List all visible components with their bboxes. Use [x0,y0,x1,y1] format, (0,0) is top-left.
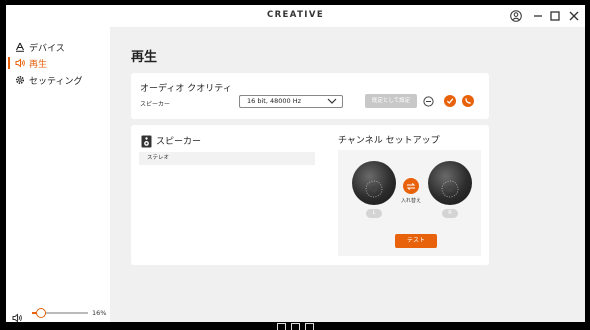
audio-quality-card: オーディオ クオリティ スピーカー 16 bit, 48000 Hz 既定として… [131,73,489,119]
audio-quality-row-label: スピーカー [140,101,171,108]
sidebar-item-label: セッティング [29,76,83,87]
audio-quality-title: オーディオ クオリティ [140,84,232,94]
volume-slider-handle[interactable] [35,308,46,318]
minus-circle-icon[interactable] [422,95,434,107]
page-title: 再生 [131,50,158,65]
volume-icon[interactable] [12,308,23,322]
volume-slider[interactable] [32,308,88,318]
channel-setup-panel: L 入れ替え R テスト [338,150,481,256]
speaker-box-icon [141,133,152,152]
volume-percent: 16% [92,309,107,317]
close-icon[interactable] [567,9,581,23]
format-value: 16 bit, 48000 Hz [247,97,301,105]
volume-control: 16% [10,306,107,322]
sidebar-item-label: 再生 [29,59,48,70]
device-icon [14,41,26,53]
right-speaker-image [428,161,472,205]
account-icon[interactable] [509,9,523,23]
speaker-wave-icon [14,57,26,69]
brand-logo: CREATIVE [266,10,325,20]
swap-label: 入れ替え [400,198,421,204]
app-window: CREATIVE デバイス 再生 セッティング 16% 再生 オーディオ クオリ… [6,5,585,322]
maximize-icon[interactable] [548,9,562,23]
active-indicator [8,57,10,69]
sidebar-item-devices[interactable]: デバイス [14,40,65,54]
title-bar: CREATIVE [6,5,585,27]
set-default-button[interactable]: 既定として設定 [365,94,417,108]
gear-icon [14,74,26,86]
right-channel-badge: R [442,209,458,218]
minimize-icon[interactable] [531,9,545,23]
sidebar-item-settings[interactable]: セッティング [14,73,82,87]
chevron-down-icon [327,97,337,109]
left-channel-badge: L [366,209,382,218]
sidebar: デバイス 再生 セッティング 16% [6,27,110,322]
left-speaker-image [352,161,396,205]
format-dropdown[interactable]: 16 bit, 48000 Hz [239,95,343,108]
phone-icon[interactable] [462,95,474,107]
list-item-stereo[interactable]: ステレオ [139,152,315,165]
channel-setup-title: チャンネル セットアップ [338,136,440,146]
speaker-card-title: スピーカー [156,137,202,147]
sidebar-item-label: デバイス [29,43,65,54]
check-icon[interactable] [444,95,456,107]
sidebar-item-playback[interactable]: 再生 [14,56,47,70]
swap-channels-button[interactable] [403,178,419,194]
speaker-card: スピーカー ステレオ チャンネル セットアップ L 入れ替え R テスト [131,125,489,265]
test-button[interactable]: テスト [395,234,437,248]
